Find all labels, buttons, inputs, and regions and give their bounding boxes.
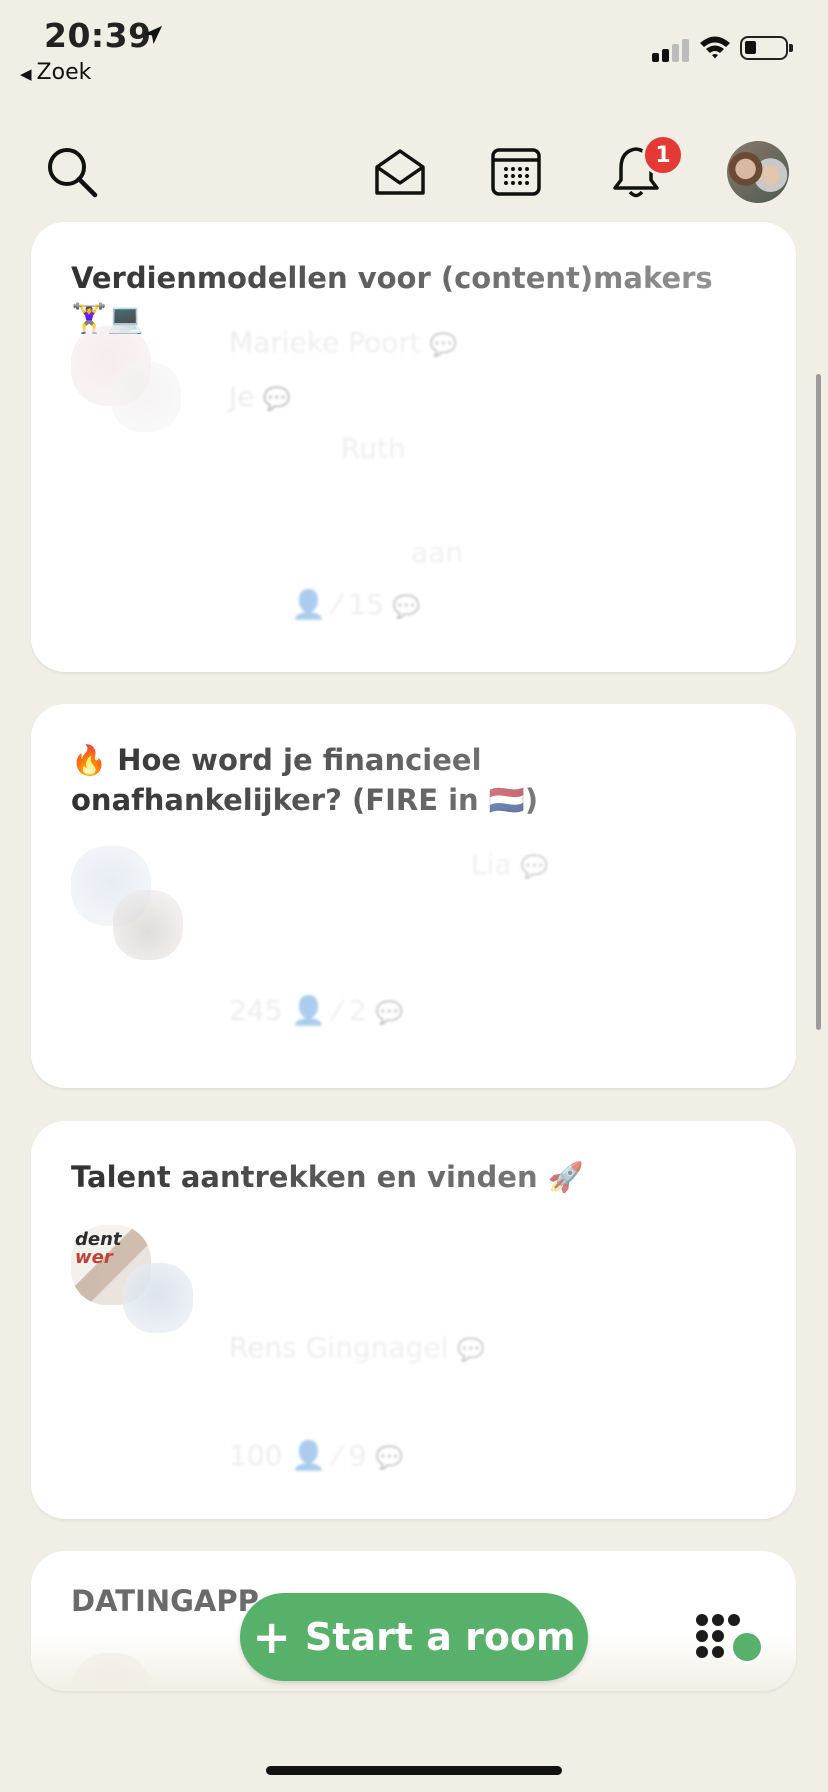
scrollbar[interactable] [816,374,821,1030]
start-room-button[interactable]: + Start a room [240,1593,588,1681]
search-icon[interactable] [42,142,102,202]
status-bar: 20:39 ◀ Zoek [0,0,828,90]
room-stats: 245 👤 ⁄ 2 💬 [229,994,403,1027]
plus-icon: + [252,1610,291,1664]
back-triangle-icon: ◀ [20,65,32,83]
notification-badge: 1 [642,134,684,176]
speaker-avatar [113,890,183,960]
room-card[interactable]: Verdienmodellen voor (content)makers 🏋️‍… [31,222,796,672]
status-time: 20:39 [44,16,152,55]
speaker-name: Marieke Poort 💬 [229,326,458,359]
room-card[interactable]: Talent aantrekken en vinden 🚀 dent wer Re… [31,1121,796,1519]
back-to-app-link[interactable]: ◀ Zoek [20,60,91,85]
room-title: Talent aantrekken en vinden 🚀 [71,1160,584,1194]
home-indicator[interactable] [266,1766,562,1775]
start-room-label: Start a room [304,1615,576,1659]
speaker-name: Rens Gingnagel 💬 [229,1331,485,1364]
room-card[interactable]: 🔥 Hoe word je financieel onafhankelijker… [31,704,796,1088]
location-arrow-icon [144,26,162,44]
online-people-button[interactable] [696,1610,764,1670]
battery-icon [740,36,793,60]
room-stats: 100 👤 ⁄ 9 💬 [229,1439,403,1472]
speaker-avatar [111,362,181,432]
speaker-name: Lia 💬 [471,848,548,881]
profile-avatar[interactable] [727,141,789,203]
calendar-icon[interactable] [486,142,546,202]
speaker-avatar [123,1263,193,1333]
speaker-name: aan [411,536,464,569]
wifi-icon [700,36,730,59]
back-label: Zoek [36,60,92,85]
speaker-name: Ruth [341,432,406,465]
speaker-name: Je 💬 [229,380,291,413]
online-indicator-icon [730,1630,764,1664]
room-stats: 👤 ⁄ 15 💬 [291,588,421,621]
room-title: 🔥 Hoe word je financieel onafhankelijker… [71,743,539,817]
envelope-icon[interactable] [370,142,430,202]
